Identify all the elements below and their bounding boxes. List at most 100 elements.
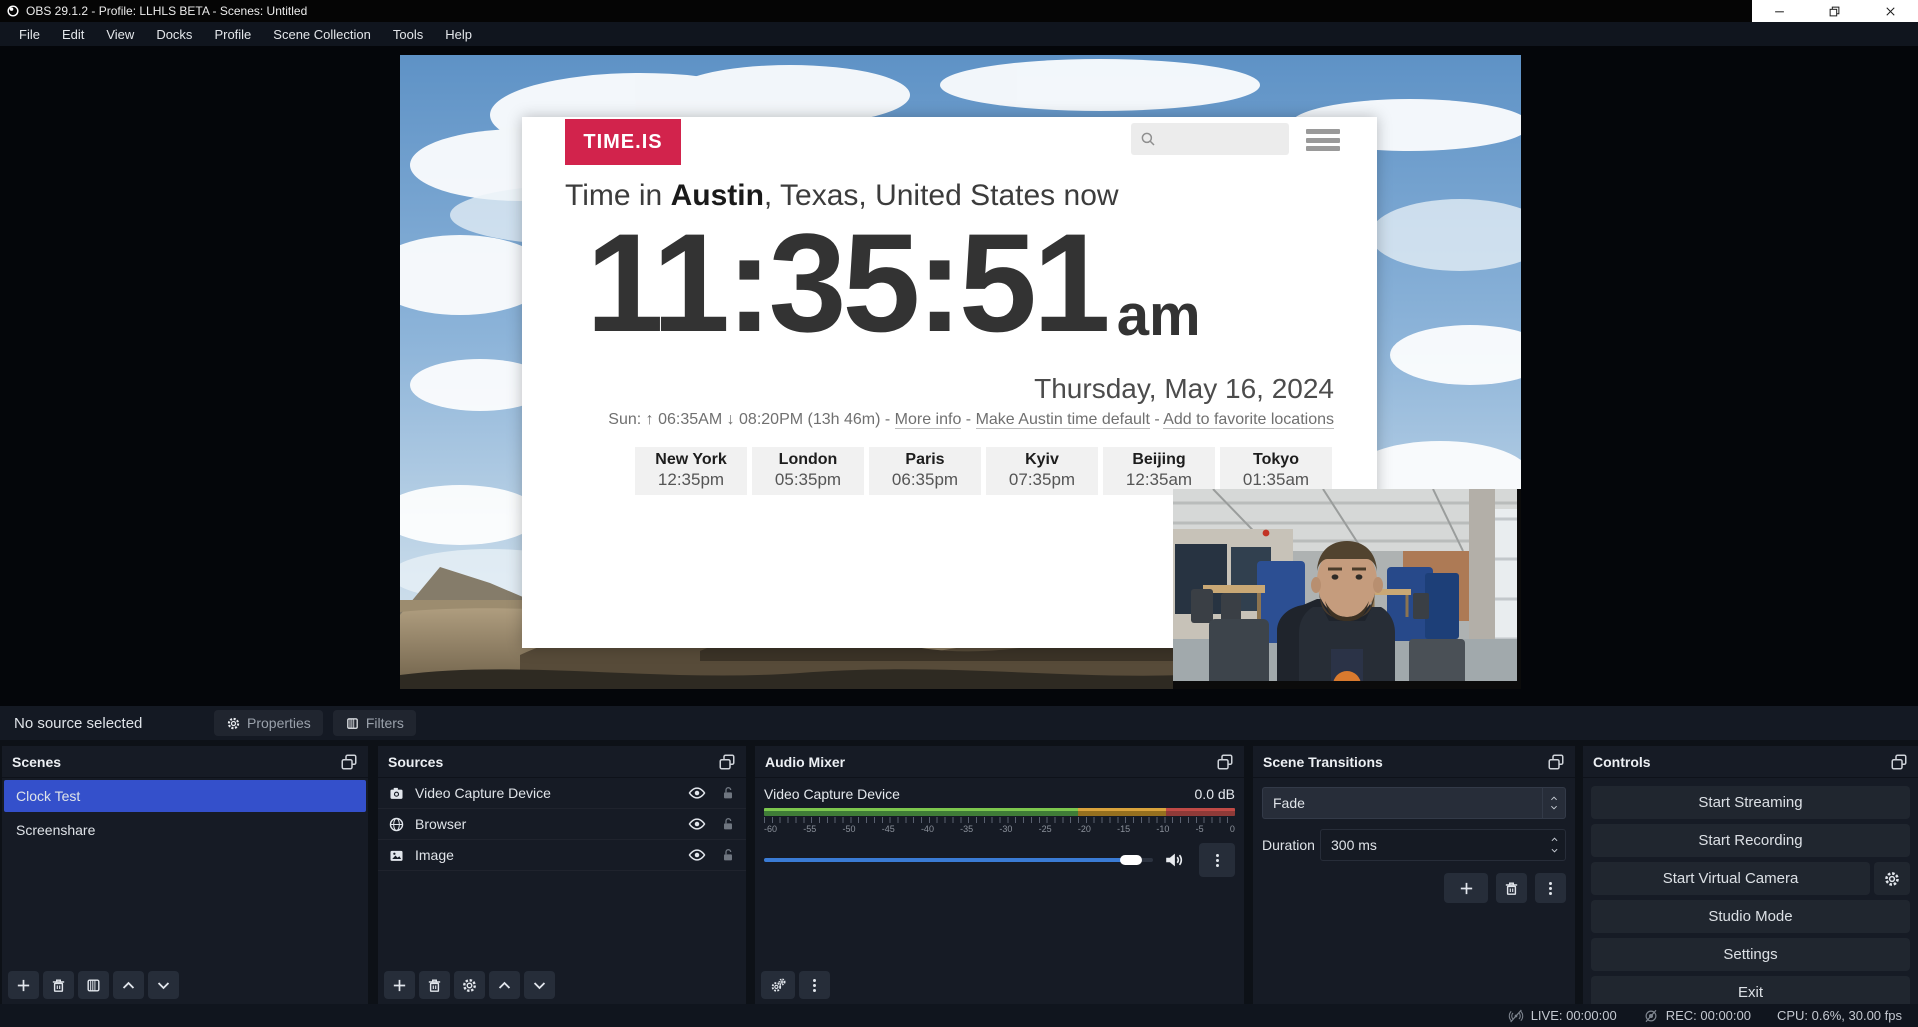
city-tile[interactable]: Kyiv07:35pm: [986, 447, 1098, 495]
timeis-logo[interactable]: TIME.IS: [565, 119, 681, 165]
make-default-link[interactable]: Make Austin time default: [976, 411, 1150, 429]
scenes-title: Scenes: [12, 754, 61, 770]
remove-transition-button[interactable]: [1496, 873, 1527, 903]
remove-scene-button[interactable]: [43, 971, 74, 999]
timeis-sun-line: Sun: ↑ 06:35AM ↓ 08:20PM (13h 46m) - Mor…: [608, 411, 1334, 429]
more-info-link[interactable]: More info: [895, 411, 962, 429]
audio-mixer-header: Audio Mixer: [755, 746, 1244, 778]
minimize-icon[interactable]: [1772, 4, 1787, 19]
move-source-up-button[interactable]: [489, 971, 520, 999]
remove-source-button[interactable]: [419, 971, 450, 999]
scene-item-screenshare[interactable]: Screenshare: [4, 814, 366, 846]
duration-label: Duration: [1262, 837, 1320, 853]
popout-icon[interactable]: [340, 753, 358, 771]
menu-file[interactable]: File: [8, 24, 51, 45]
duration-value[interactable]: 300 ms: [1321, 837, 1543, 853]
program-preview[interactable]: TIME.IS Time in Austin, Texas, United St…: [400, 55, 1521, 689]
menu-help[interactable]: Help: [434, 24, 483, 45]
city-tile[interactable]: London05:35pm: [752, 447, 864, 495]
live-status: LIVE: 00:00:00: [1508, 1008, 1617, 1024]
scene-filters-button[interactable]: [78, 971, 109, 999]
rec-status: REC: 00:00:00: [1643, 1008, 1751, 1024]
lock-icon[interactable]: [720, 785, 736, 801]
filters-button[interactable]: Filters: [333, 710, 416, 736]
mixer-toolbar: [761, 971, 830, 999]
menu-docks[interactable]: Docks: [145, 24, 203, 45]
webcam-video-overlay[interactable]: [1173, 489, 1521, 689]
start-virtual-camera-button[interactable]: Start Virtual Camera: [1591, 862, 1870, 895]
controls-title: Controls: [1593, 754, 1651, 770]
lock-icon[interactable]: [720, 816, 736, 832]
cpu-fps-status: CPU: 0.6%, 30.00 fps: [1777, 1008, 1902, 1023]
transition-select-chevrons[interactable]: [1542, 787, 1566, 819]
transition-menu-button[interactable]: [1535, 873, 1566, 903]
visibility-eye-icon[interactable]: [688, 815, 706, 833]
source-row-video-capture[interactable]: Video Capture Device: [378, 778, 746, 809]
visibility-eye-icon[interactable]: [688, 784, 706, 802]
meter-tick-labels: -60-55 -50-45 -40-35 -30-25 -20-15 -10-5…: [764, 824, 1235, 834]
popout-icon[interactable]: [1547, 753, 1565, 771]
menu-view[interactable]: View: [95, 24, 145, 45]
start-streaming-button[interactable]: Start Streaming: [1591, 786, 1910, 819]
lock-icon[interactable]: [720, 847, 736, 863]
add-transition-button[interactable]: [1444, 873, 1488, 903]
duration-spinner-chevrons[interactable]: [1543, 835, 1565, 855]
gear-icon: [461, 977, 478, 994]
city-tile[interactable]: New York12:35pm: [635, 447, 747, 495]
close-icon[interactable]: [1883, 4, 1898, 19]
settings-button[interactable]: Settings: [1591, 938, 1910, 971]
plus-icon: [1458, 880, 1475, 897]
menu-profile[interactable]: Profile: [203, 24, 262, 45]
transitions-title: Scene Transitions: [1263, 754, 1383, 770]
menu-scene-collection[interactable]: Scene Collection: [262, 24, 382, 45]
city-tile[interactable]: Paris06:35pm: [869, 447, 981, 495]
popout-icon[interactable]: [1890, 753, 1908, 771]
add-favorite-link[interactable]: Add to favorite locations: [1163, 411, 1334, 429]
move-scene-down-button[interactable]: [148, 971, 179, 999]
move-scene-up-button[interactable]: [113, 971, 144, 999]
visibility-eye-icon[interactable]: [688, 846, 706, 864]
popout-icon[interactable]: [718, 753, 736, 771]
duration-spinner[interactable]: 300 ms: [1320, 829, 1566, 861]
broadcast-slash-icon: [1508, 1008, 1524, 1024]
clock-meridiem: am: [1117, 287, 1201, 353]
city-tile[interactable]: Tokyo01:35am: [1220, 447, 1332, 495]
scenes-toolbar: [8, 971, 179, 999]
timeis-search-box[interactable]: [1131, 123, 1289, 155]
dots-vertical-icon: [806, 977, 823, 994]
menu-edit[interactable]: Edit: [51, 24, 95, 45]
double-gear-icon: [770, 977, 787, 994]
transition-selected-value[interactable]: Fade: [1262, 787, 1542, 819]
volume-meter: [764, 808, 1235, 816]
add-source-button[interactable]: [384, 971, 415, 999]
city-tile[interactable]: Beijing12:35am: [1103, 447, 1215, 495]
properties-button[interactable]: Properties: [214, 710, 323, 736]
volume-slider-handle[interactable]: [1120, 855, 1142, 865]
studio-mode-button[interactable]: Studio Mode: [1591, 900, 1910, 933]
volume-slider[interactable]: [764, 855, 1153, 865]
restore-icon[interactable]: [1827, 4, 1842, 19]
menu-tools[interactable]: Tools: [382, 24, 434, 45]
menu-bar: File Edit View Docks Profile Scene Colle…: [0, 22, 1918, 46]
mixer-channel-menu-button[interactable]: [1199, 843, 1235, 877]
source-row-image[interactable]: Image: [378, 840, 746, 871]
sources-panel: Sources Video Capture Device Browser Ima…: [378, 746, 746, 1004]
source-row-browser[interactable]: Browser: [378, 809, 746, 840]
transition-select[interactable]: Fade: [1262, 787, 1566, 819]
sources-header: Sources: [378, 746, 746, 778]
mixer-menu-button[interactable]: [799, 971, 830, 999]
hamburger-menu-icon[interactable]: [1306, 129, 1340, 151]
chevron-down-icon: [1548, 846, 1561, 855]
source-properties-button[interactable]: [454, 971, 485, 999]
virtual-camera-settings-button[interactable]: [1874, 862, 1910, 895]
scene-item-clock-test[interactable]: Clock Test: [4, 780, 366, 812]
gear-icon: [226, 716, 241, 731]
audio-mixer-panel: Audio Mixer Video Capture Device 0.0 dB …: [755, 746, 1244, 1004]
popout-icon[interactable]: [1216, 753, 1234, 771]
add-scene-button[interactable]: [8, 971, 39, 999]
speaker-icon[interactable]: [1163, 849, 1185, 871]
move-source-down-button[interactable]: [524, 971, 555, 999]
start-recording-button[interactable]: Start Recording: [1591, 824, 1910, 857]
advanced-audio-button[interactable]: [761, 971, 795, 999]
status-bar: LIVE: 00:00:00 REC: 00:00:00 CPU: 0.6%, …: [0, 1004, 1918, 1027]
